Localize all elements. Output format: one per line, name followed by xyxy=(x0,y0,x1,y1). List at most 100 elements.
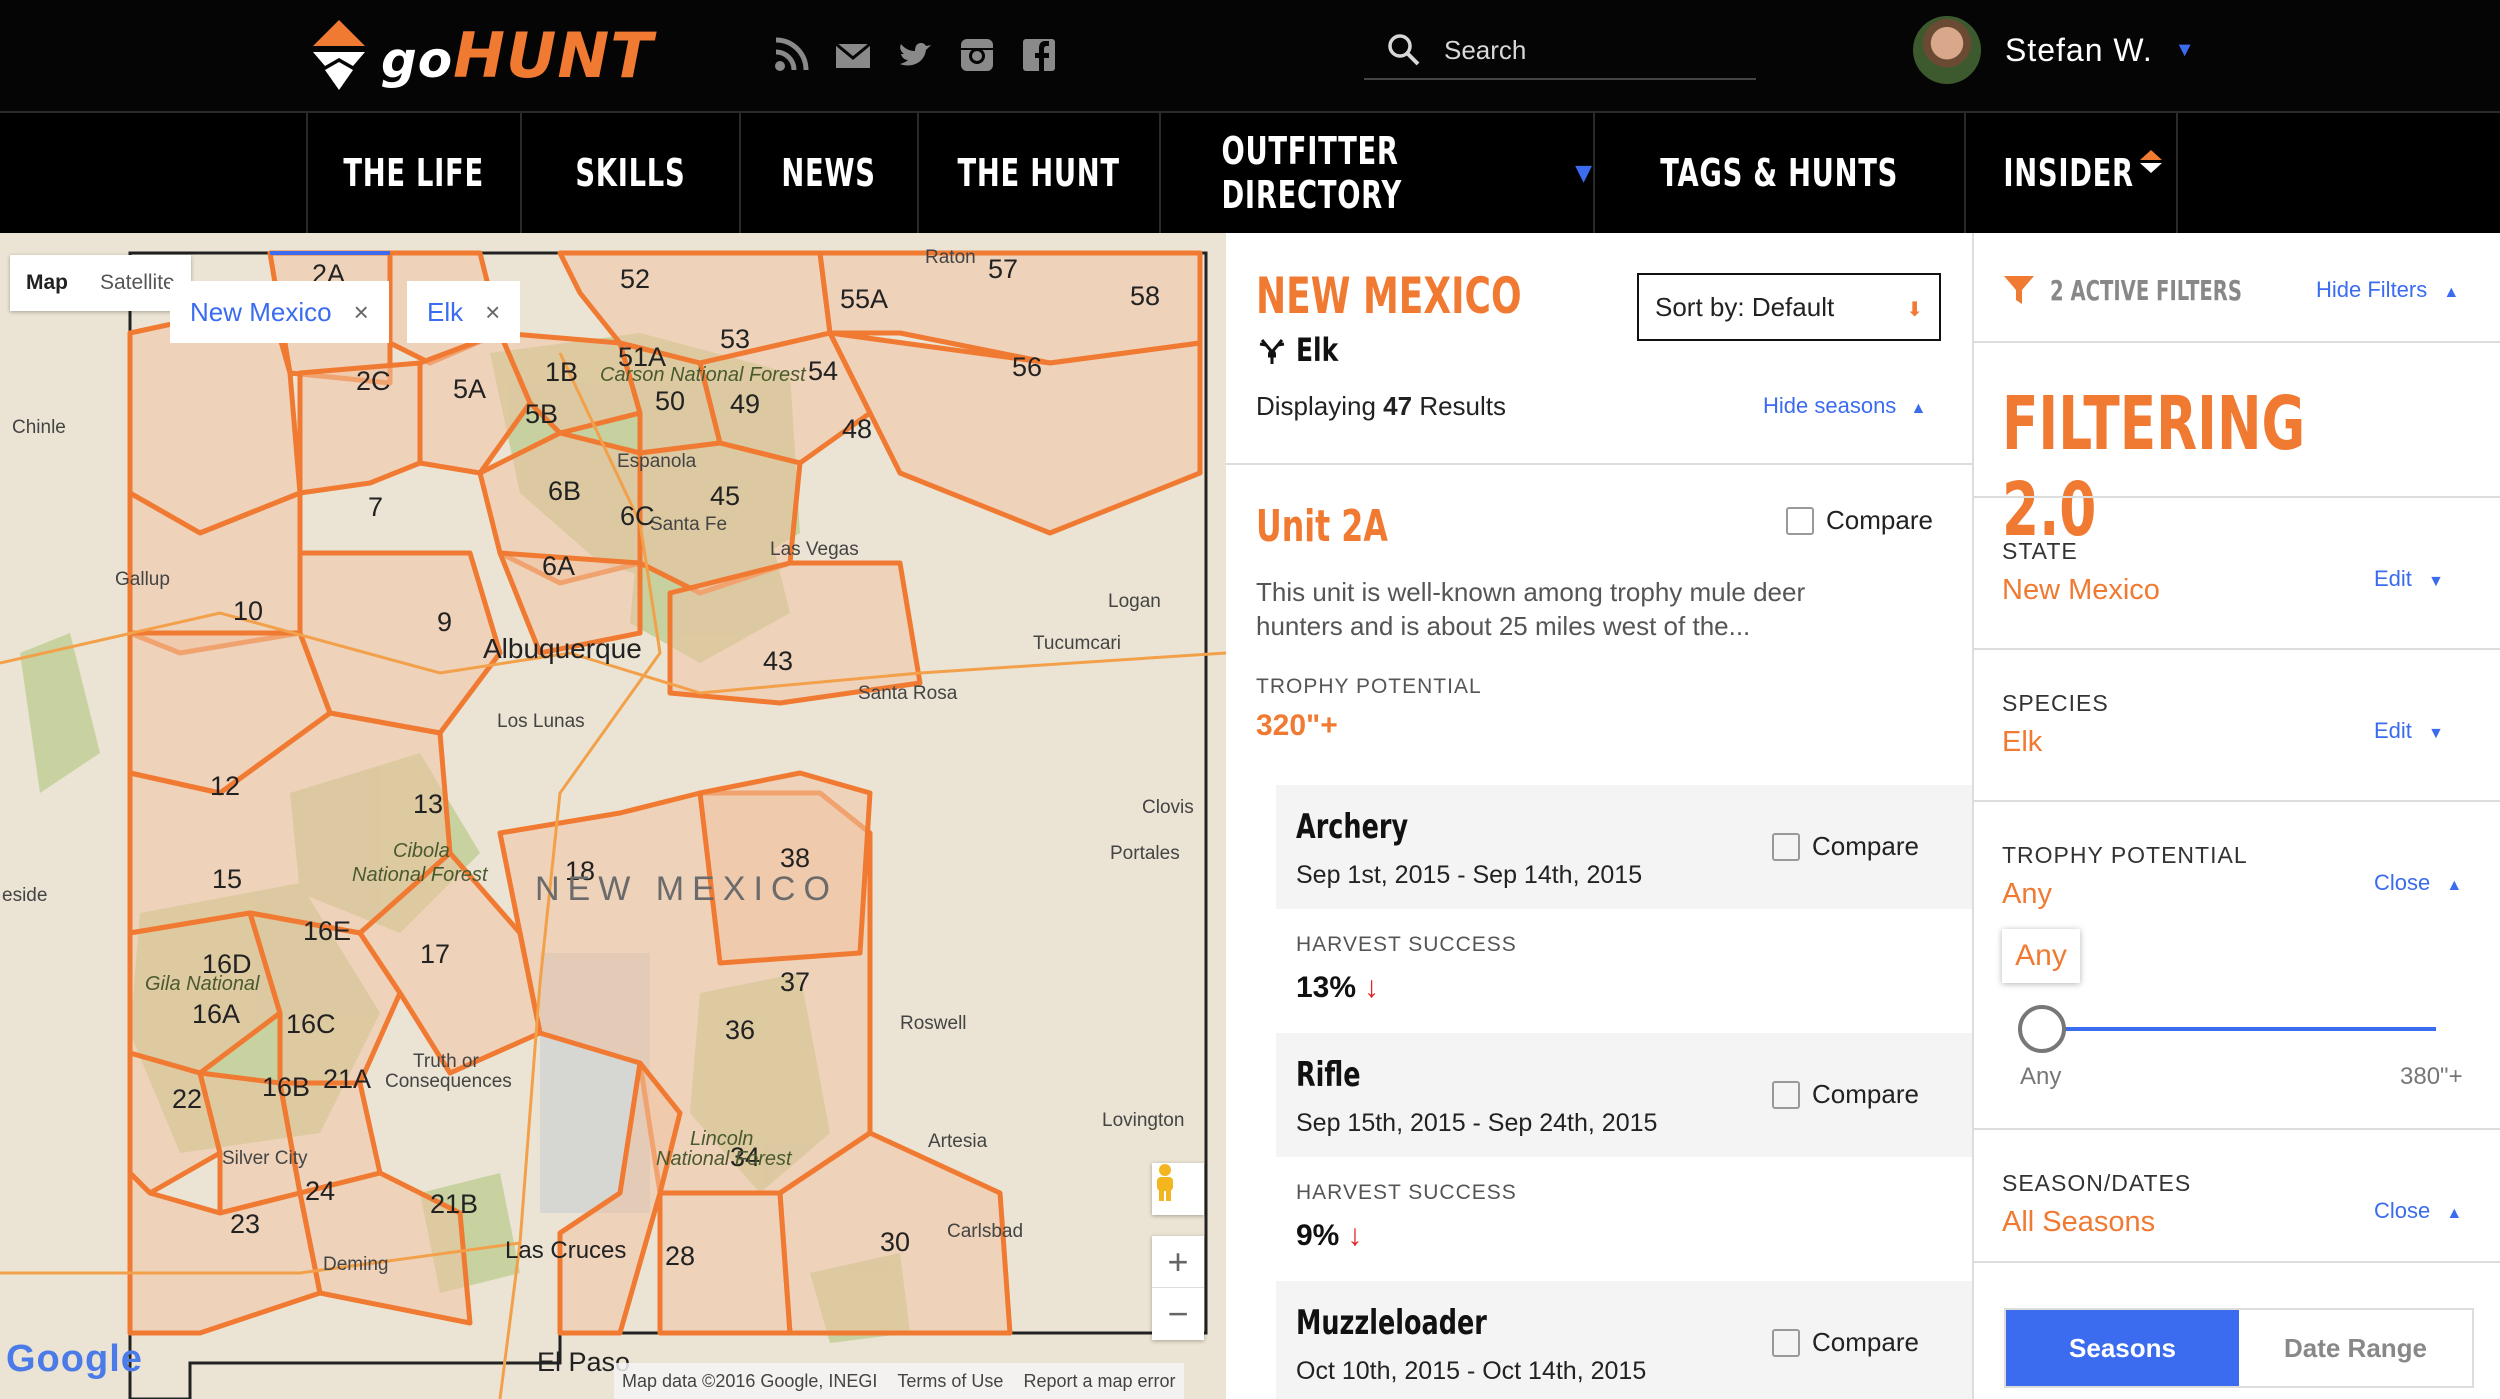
filter-season-dates[interactable]: SEASON/DATES All Seasons Close ▲ xyxy=(1974,1128,2500,1263)
season-card-muzzleloader[interactable]: Muzzleloader Oct 10th, 2015 - Oct 14th, … xyxy=(1276,1281,1972,1399)
close-link[interactable]: Close ▲ xyxy=(2374,870,2462,896)
terms-link[interactable]: Terms of Use xyxy=(897,1371,1003,1392)
species-name: Elk xyxy=(1296,331,1339,369)
season-compare-checkbox[interactable]: Compare xyxy=(1772,1327,1919,1358)
checkbox[interactable] xyxy=(1786,506,1814,535)
mail-icon[interactable] xyxy=(834,36,872,74)
filter-label: STATE xyxy=(2002,538,2078,564)
instagram-icon[interactable] xyxy=(958,36,996,74)
zoom-control: + − xyxy=(1152,1236,1204,1340)
edit-link[interactable]: Edit ▼ xyxy=(2374,718,2444,744)
unit-compare-checkbox[interactable]: Compare xyxy=(1786,505,1933,536)
svg-text:36: 36 xyxy=(725,1015,755,1045)
arrow-down-icon: ↓ xyxy=(1364,971,1380,1004)
slider-tooltip: Any xyxy=(2002,929,2080,983)
hide-seasons-link[interactable]: Hide seasons ▲ xyxy=(1763,393,1926,419)
avatar[interactable] xyxy=(1913,16,1981,84)
svg-text:54: 54 xyxy=(808,356,838,386)
season-card-rifle[interactable]: Rifle Sep 15th, 2015 - Sep 24th, 2015 Co… xyxy=(1276,1033,1972,1281)
season-compare-checkbox[interactable]: Compare xyxy=(1772,831,1919,862)
caret-down-icon[interactable]: ▼ xyxy=(2175,39,2195,62)
svg-text:Silver City: Silver City xyxy=(222,1148,308,1169)
edit-link[interactable]: Edit ▼ xyxy=(2374,566,2444,592)
user-menu[interactable]: Stefan W. ▼ xyxy=(1913,16,2195,84)
svg-text:48: 48 xyxy=(842,414,872,444)
user-name[interactable]: Stefan W. xyxy=(2005,32,2153,69)
trophy-potential-label: TROPHY POTENTIAL xyxy=(1256,675,1482,698)
nav-tags-hunts[interactable]: TAGS & HUNTS xyxy=(1595,113,1966,233)
date-range-tab[interactable]: Date Range xyxy=(2239,1310,2472,1386)
season-card-archery[interactable]: Archery Sep 1st, 2015 - Sep 14th, 2015 C… xyxy=(1276,785,1972,1033)
filter-value: Elk xyxy=(2002,726,2043,758)
svg-text:National Forest: National Forest xyxy=(656,1148,793,1170)
nav-the-hunt[interactable]: THE HUNT xyxy=(919,113,1161,233)
svg-text:Lincoln: Lincoln xyxy=(690,1128,753,1150)
svg-text:10: 10 xyxy=(233,596,263,626)
trophy-slider-handle[interactable] xyxy=(2018,1005,2066,1053)
filter-state[interactable]: STATE New Mexico Edit ▼ xyxy=(1974,496,2500,648)
logo-wordmark: goHUNT xyxy=(381,25,654,87)
season-header: Muzzleloader Oct 10th, 2015 - Oct 14th, … xyxy=(1276,1281,1972,1399)
sort-dropdown[interactable]: Sort by: Default ⬇ xyxy=(1637,273,1941,341)
main-nav: THE LIFE SKILLS NEWS THE HUNT OUTFITTER … xyxy=(0,113,2500,233)
harvest-value: 13% ↓ xyxy=(1296,971,1379,1005)
checkbox[interactable] xyxy=(1772,832,1800,861)
gohunt-logo[interactable]: goHUNT xyxy=(305,14,654,98)
twitter-icon[interactable] xyxy=(896,36,934,74)
svg-text:Raton: Raton xyxy=(925,247,976,268)
nav-the-life[interactable]: THE LIFE xyxy=(306,113,522,233)
insider-badge-icon xyxy=(2139,150,2162,173)
filter-species[interactable]: SPECIES Elk Edit ▼ xyxy=(1974,648,2500,800)
funnel-icon xyxy=(2004,276,2034,304)
filter-value: All Seasons xyxy=(2002,1206,2156,1238)
svg-text:Truth or: Truth or xyxy=(413,1051,479,1072)
street-view-pegman-icon[interactable] xyxy=(1152,1163,1204,1215)
arrow-down-icon: ↓ xyxy=(1347,1219,1363,1252)
results-count: Displaying 47 Results xyxy=(1256,391,1506,422)
svg-text:45: 45 xyxy=(710,481,740,511)
close-icon[interactable]: × xyxy=(485,297,500,328)
svg-text:24: 24 xyxy=(305,1176,335,1206)
svg-text:38: 38 xyxy=(780,843,810,873)
facebook-icon[interactable] xyxy=(1020,36,1058,74)
filter-chip-species[interactable]: Elk × xyxy=(407,281,521,343)
checkbox[interactable] xyxy=(1772,1080,1800,1109)
svg-text:Espanola: Espanola xyxy=(617,451,697,472)
svg-text:28: 28 xyxy=(665,1241,695,1271)
season-compare-checkbox[interactable]: Compare xyxy=(1772,1079,1919,1110)
search-box[interactable]: Search xyxy=(1364,22,1756,80)
svg-text:NEW MEXICO: NEW MEXICO xyxy=(535,870,838,908)
close-icon[interactable]: × xyxy=(354,297,369,328)
season-name: Muzzleloader xyxy=(1296,1303,1550,1343)
nav-insider[interactable]: INSIDER xyxy=(1966,113,2178,233)
nav-skills[interactable]: SKILLS xyxy=(522,113,741,233)
hunt-unit-map[interactable]: 2A 52 57 58 55A 53 51A 5B 5A 2C 1B 50 54 49 48 56 76… xyxy=(0,233,1226,1399)
zoom-in-button[interactable]: + xyxy=(1152,1236,1204,1288)
svg-text:17: 17 xyxy=(420,939,450,969)
seasons-tab[interactable]: Seasons xyxy=(2006,1310,2239,1386)
checkbox[interactable] xyxy=(1772,1328,1800,1357)
svg-text:16C: 16C xyxy=(286,1009,336,1039)
svg-text:12: 12 xyxy=(210,771,240,801)
svg-text:16B: 16B xyxy=(262,1072,310,1102)
svg-text:Consequences: Consequences xyxy=(385,1071,512,1092)
nav-news[interactable]: NEWS xyxy=(741,113,919,233)
unit-title[interactable]: Unit 2A xyxy=(1256,501,1439,552)
search-input[interactable]: Search xyxy=(1444,35,1526,66)
rss-icon[interactable] xyxy=(772,36,810,74)
report-error-link[interactable]: Report a map error xyxy=(1023,1371,1175,1392)
filter-chip-state[interactable]: New Mexico × xyxy=(170,281,389,343)
map-canvas[interactable]: 2A 52 5758 55A5351A5B 5A2C 1B50 54494856 76… xyxy=(0,233,1226,1399)
trophy-slider-track[interactable] xyxy=(2062,1027,2436,1031)
svg-text:16A: 16A xyxy=(192,999,240,1029)
map-view-button[interactable]: Map xyxy=(10,255,84,311)
caret-up-icon: ▲ xyxy=(2446,1205,2463,1222)
logo-go: go xyxy=(381,31,454,89)
svg-text:9: 9 xyxy=(437,607,452,637)
season-name-text: Archery xyxy=(1296,807,1409,847)
zoom-out-button[interactable]: − xyxy=(1152,1288,1204,1340)
close-link[interactable]: Close ▲ xyxy=(2374,1198,2462,1224)
nav-outfitter-directory[interactable]: OUTFITTER DIRECTORY ▼ xyxy=(1161,113,1595,233)
hide-filters-link[interactable]: Hide Filters ▲ xyxy=(2316,277,2459,303)
svg-text:Lovington: Lovington xyxy=(1102,1110,1184,1131)
